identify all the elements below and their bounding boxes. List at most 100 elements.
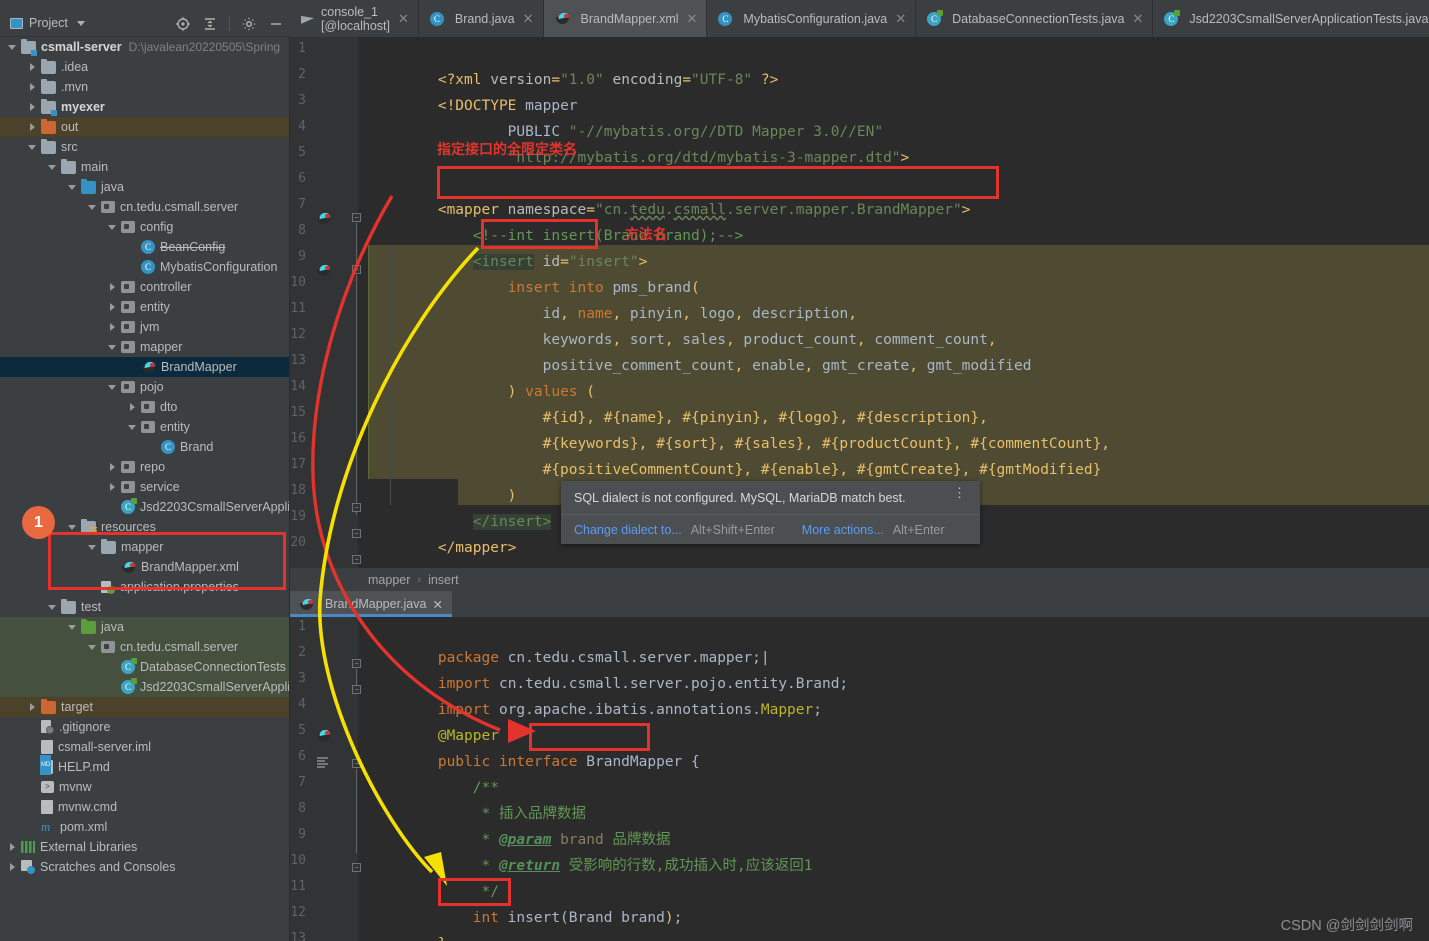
tree-item-java[interactable]: java (0, 177, 289, 197)
fold-marker[interactable]: − (352, 863, 361, 872)
tab-brandmapper-java[interactable]: BrandMapper.java ✕ (290, 591, 452, 617)
tree-item-config[interactable]: config (0, 217, 289, 237)
tab-mybatisconfiguration-java[interactable]: C MybatisConfiguration.java ✕ (707, 0, 917, 37)
breadcrumb-item-insert[interactable]: insert (428, 573, 459, 587)
close-icon[interactable]: ✕ (523, 11, 534, 27)
tree-item-service[interactable]: service (0, 477, 289, 497)
tree-item-dto[interactable]: dto (0, 397, 289, 417)
fold-marker[interactable]: − (352, 685, 361, 694)
expand-arrow-icon[interactable] (128, 402, 138, 412)
tree-item-help-md[interactable]: HELP.md (0, 755, 289, 777)
sql-dialect-popup[interactable]: SQL dialect is not configured. MySQL, Ma… (561, 481, 980, 544)
tree-item-myexer[interactable]: myexer (0, 97, 289, 117)
tree-item-pom-xml[interactable]: m pom.xml (0, 817, 289, 837)
tree-item-mapper[interactable]: mapper (0, 337, 289, 357)
tree-item-out[interactable]: out (0, 117, 289, 137)
expand-arrow-icon[interactable] (108, 282, 118, 292)
mybatis-gutter-icon[interactable] (316, 728, 331, 742)
tree-item-jvm[interactable]: jvm (0, 317, 289, 337)
tree-item-cn-tedu-csmall-server[interactable]: cn.tedu.csmall.server (0, 197, 289, 217)
fold-marker[interactable]: − (352, 659, 361, 668)
collapse-arrow-icon[interactable] (68, 522, 78, 532)
expand-arrow-icon[interactable] (108, 302, 118, 312)
tab-console-1-localhost[interactable]: console_1 [@localhost] ✕ (290, 0, 419, 37)
collapse-all-icon[interactable] (202, 16, 218, 32)
tree-item-brand[interactable]: C Brand (0, 437, 289, 457)
close-icon[interactable]: ✕ (895, 11, 906, 27)
xml-fold-column[interactable]: − − − − − (352, 37, 368, 568)
collapse-arrow-icon[interactable] (28, 142, 38, 152)
java-gutter[interactable]: 1 2 3 4 5 6 7 8 9 10 11 12 13 (290, 617, 358, 941)
fold-marker[interactable]: − (352, 213, 361, 222)
more-options-icon[interactable]: ⋮ (953, 486, 966, 499)
tree-item-entity[interactable]: entity (0, 297, 289, 317)
fold-marker[interactable]: − (352, 529, 361, 538)
tab-databaseconnectiontests-java[interactable]: C DatabaseConnectionTests.java ✕ (916, 0, 1154, 37)
tree-item-target[interactable]: target (0, 697, 289, 717)
tree-item-mybatisconfiguration[interactable]: C MybatisConfiguration (0, 257, 289, 277)
project-panel-title-group[interactable]: Project (0, 16, 85, 30)
collapse-arrow-icon[interactable] (88, 202, 98, 212)
close-icon[interactable]: ✕ (432, 597, 442, 612)
tree-item-idea[interactable]: .idea (0, 57, 289, 77)
java-code-area[interactable]: package cn.tedu.csmall.server.mapper;| i… (368, 617, 1429, 941)
tree-item-databaseconnectiontests[interactable]: C DatabaseConnectionTests (0, 657, 289, 677)
tree-item-external-libraries[interactable]: External Libraries (0, 837, 289, 857)
tree-item-cn-tedu-csmall-server[interactable]: cn.tedu.csmall.server (0, 637, 289, 657)
tree-item-main[interactable]: main (0, 157, 289, 177)
tree-item-mvn[interactable]: .mvn (0, 77, 289, 97)
fold-marker[interactable]: − (352, 265, 361, 274)
collapse-arrow-icon[interactable] (108, 342, 118, 352)
mybatis-gutter-icon[interactable] (316, 263, 331, 277)
collapse-arrow-icon[interactable] (108, 222, 118, 232)
collapse-arrow-icon[interactable] (88, 642, 98, 652)
tree-item-java[interactable]: java (0, 617, 289, 637)
close-icon[interactable]: ✕ (1132, 11, 1143, 27)
tree-item-mvnw-cmd[interactable]: mvnw.cmd (0, 797, 289, 817)
close-icon[interactable]: ✕ (398, 11, 409, 27)
tree-item-jsd2203csmallserverapplic[interactable]: C Jsd2203CsmallServerApplic (0, 677, 289, 697)
tree-item-mvnw[interactable]: > mvnw (0, 777, 289, 797)
collapse-arrow-icon[interactable] (128, 422, 138, 432)
hide-window-icon[interactable] (268, 16, 284, 32)
expand-arrow-icon[interactable] (108, 322, 118, 332)
collapse-arrow-icon[interactable] (68, 182, 78, 192)
expand-arrow-icon[interactable] (28, 102, 38, 112)
project-tree[interactable]: csmall-server D:\javalean20220505\Spring.… (0, 37, 289, 941)
tab-jsd2203csmallserverapplicationtests-java[interactable]: C Jsd2203CsmallServerApplicationTests.jav… (1153, 0, 1429, 37)
mybatis-gutter-icon[interactable] (316, 211, 331, 225)
tree-item-repo[interactable]: repo (0, 457, 289, 477)
expand-arrow-icon[interactable] (28, 62, 38, 72)
expand-arrow-icon[interactable] (108, 462, 118, 472)
tab-brandmapper-xml[interactable]: BrandMapper.xml ✕ (543, 0, 708, 37)
tree-item-entity[interactable]: entity (0, 417, 289, 437)
java-editor-tab-bar[interactable]: BrandMapper.java ✕ (290, 591, 1429, 617)
collapse-arrow-icon[interactable] (108, 382, 118, 392)
tree-item-csmall-server-iml[interactable]: csmall-server.iml (0, 737, 289, 757)
expand-arrow-icon[interactable] (8, 842, 18, 852)
more-actions-link[interactable]: More actions... (802, 523, 884, 537)
close-icon[interactable]: ✕ (687, 11, 698, 27)
javadoc-gutter-icon[interactable] (316, 756, 329, 769)
breadcrumb[interactable]: mapper › insert (290, 568, 1429, 591)
locate-icon[interactable] (175, 16, 191, 32)
collapse-arrow-icon[interactable] (48, 162, 58, 172)
expand-arrow-icon[interactable] (28, 122, 38, 132)
tree-item-src[interactable]: src (0, 137, 289, 157)
collapse-arrow-icon[interactable] (48, 602, 58, 612)
breadcrumb-item-mapper[interactable]: mapper (368, 573, 410, 587)
gear-icon[interactable] (241, 16, 257, 32)
editor-tab-bar[interactable]: console_1 [@localhost] ✕ C Brand.java ✕ Brand… (290, 0, 1429, 37)
tree-item-brandmapper[interactable]: BrandMapper (0, 357, 289, 377)
tree-item-csmall-server[interactable]: csmall-server D:\javalean20220505\Spring (0, 37, 289, 57)
collapse-arrow-icon[interactable] (8, 42, 18, 52)
expand-arrow-icon[interactable] (8, 862, 18, 872)
tree-item-pojo[interactable]: pojo (0, 377, 289, 397)
java-fold-column[interactable]: − − − − (352, 617, 368, 941)
expand-arrow-icon[interactable] (28, 702, 38, 712)
collapse-arrow-icon[interactable] (68, 622, 78, 632)
tree-item-test[interactable]: test (0, 597, 289, 617)
expand-arrow-icon[interactable] (108, 482, 118, 492)
tree-item-beanconfig[interactable]: C BeanConfig (0, 237, 289, 257)
tree-item-scratches-and-consoles[interactable]: Scratches and Consoles (0, 857, 289, 877)
